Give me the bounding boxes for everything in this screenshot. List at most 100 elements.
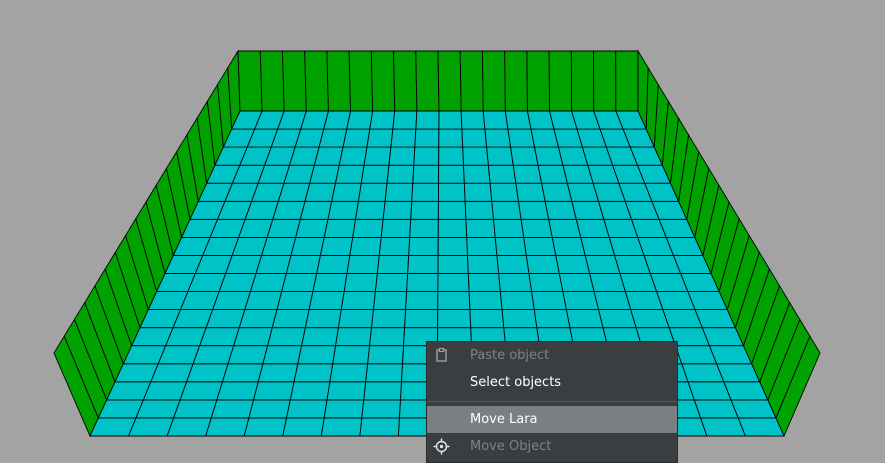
paste-object-menu-item[interactable]: Paste object bbox=[427, 342, 677, 369]
select-objects-label: Select objects bbox=[470, 375, 562, 390]
floor-tile bbox=[463, 182, 493, 202]
floor-tile bbox=[199, 327, 240, 347]
floor-tile bbox=[271, 309, 310, 329]
floor-tile bbox=[335, 327, 373, 347]
floor-tile bbox=[498, 273, 533, 293]
floor-tile bbox=[715, 363, 761, 383]
floor-tile bbox=[537, 164, 568, 184]
floor-tile bbox=[390, 128, 417, 148]
floor-tile bbox=[367, 345, 405, 365]
wall-panel bbox=[526, 50, 551, 112]
floor-tile bbox=[318, 128, 348, 148]
floor-tile bbox=[512, 164, 543, 184]
wall-panel bbox=[548, 50, 573, 112]
floor-tile bbox=[598, 309, 637, 329]
floor-tile bbox=[525, 254, 560, 274]
floor-tile bbox=[164, 327, 207, 347]
floor-tile bbox=[297, 345, 337, 365]
floor-tile bbox=[304, 309, 342, 329]
floor-tile bbox=[533, 309, 571, 329]
floor-tile bbox=[386, 164, 415, 184]
floor-tile bbox=[227, 345, 269, 365]
floor-tile bbox=[438, 164, 465, 184]
floor-tile bbox=[415, 110, 440, 130]
floor-tile bbox=[231, 236, 268, 256]
floor-tile bbox=[405, 291, 439, 311]
floor-tile bbox=[404, 309, 439, 329]
floor-tile bbox=[437, 200, 467, 220]
floor-tile bbox=[89, 417, 137, 437]
floor-tile bbox=[290, 236, 325, 256]
floor-tile bbox=[487, 164, 517, 184]
floor-tile bbox=[437, 291, 471, 311]
floor-tile bbox=[491, 200, 522, 220]
floor-tile bbox=[565, 309, 604, 329]
floor-tile bbox=[484, 128, 512, 148]
floor-tile bbox=[361, 399, 401, 419]
floor-tile bbox=[437, 254, 469, 274]
floor-tile bbox=[293, 363, 334, 383]
floor-tile bbox=[437, 273, 470, 293]
floor-tile bbox=[212, 291, 252, 311]
floor-tile bbox=[342, 128, 371, 148]
floor-tile bbox=[312, 273, 348, 293]
back-wall bbox=[237, 50, 639, 112]
floor-tile bbox=[267, 327, 306, 347]
floor-tile bbox=[584, 254, 621, 274]
floor-tile bbox=[486, 146, 514, 166]
floor-tile bbox=[467, 273, 501, 293]
floor-tile bbox=[319, 236, 354, 256]
move-lara-menu-item[interactable]: Move Lara bbox=[427, 406, 677, 433]
select-objects-menu-item[interactable]: Select objects bbox=[427, 369, 677, 396]
floor-tile bbox=[510, 146, 539, 166]
wall-panel bbox=[593, 50, 617, 112]
floor-tile bbox=[216, 381, 259, 401]
floor-tile bbox=[255, 254, 292, 274]
floor-tile bbox=[438, 110, 463, 130]
floor-tile bbox=[320, 417, 363, 437]
floor-tile bbox=[337, 309, 374, 329]
floor-tile bbox=[412, 164, 440, 184]
floor-tile bbox=[369, 110, 396, 130]
floor-tile bbox=[157, 345, 201, 365]
context-menu: Paste object Select objects Move Lara Mo… bbox=[426, 341, 678, 463]
floor-tile bbox=[210, 399, 255, 419]
floor-tile bbox=[225, 254, 263, 274]
floor-tile bbox=[179, 381, 224, 401]
floor-tile bbox=[249, 273, 287, 293]
floor-tile bbox=[460, 110, 486, 130]
floor-tile bbox=[517, 200, 550, 220]
floor-tile bbox=[437, 236, 469, 256]
floor-tile bbox=[281, 273, 318, 293]
floor-tile bbox=[243, 417, 288, 437]
wall-panel bbox=[437, 50, 462, 112]
floor-tile bbox=[309, 164, 340, 184]
floor-tile bbox=[438, 128, 464, 148]
floor-tile bbox=[544, 200, 577, 220]
floor-tile bbox=[192, 345, 235, 365]
wall-panel bbox=[348, 50, 374, 112]
floor-tile bbox=[369, 327, 406, 347]
floor-tile bbox=[593, 291, 632, 311]
wall-panel bbox=[570, 50, 595, 112]
floor-tile bbox=[465, 218, 496, 238]
floor-tile bbox=[299, 200, 333, 220]
wall-panel bbox=[304, 50, 329, 112]
floor-tile bbox=[388, 146, 416, 166]
floor-tile bbox=[380, 218, 412, 238]
floor-tile bbox=[382, 200, 413, 220]
crosshair-icon bbox=[433, 438, 450, 455]
move-object-label: Move Object bbox=[470, 439, 552, 454]
floor-tile bbox=[730, 399, 777, 419]
floor-tile bbox=[205, 417, 250, 437]
floor-tile bbox=[520, 218, 553, 238]
wall-panel bbox=[237, 50, 263, 112]
wall-panel bbox=[393, 50, 418, 112]
floor-tile bbox=[411, 182, 440, 202]
floor-tile bbox=[463, 164, 491, 184]
3d-viewport[interactable]: Paste object Select objects Move Lara Mo… bbox=[0, 0, 885, 463]
floor-tile bbox=[326, 381, 367, 401]
floor-tile bbox=[331, 182, 362, 202]
move-object-menu-item[interactable]: Move Object bbox=[427, 433, 677, 460]
floor-tile bbox=[323, 399, 365, 419]
